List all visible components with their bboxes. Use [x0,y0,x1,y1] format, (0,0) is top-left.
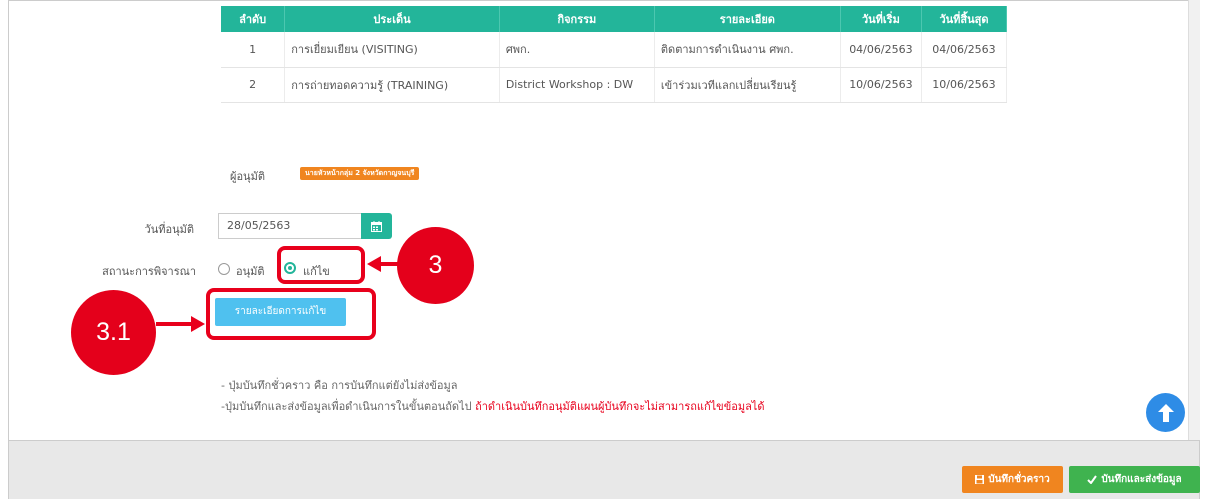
radio-approve[interactable] [218,263,230,275]
arrow-up-icon [1157,403,1174,422]
cell-start-date: 10/06/2563 [840,67,922,103]
annotation-callout-3-1: 3.1 [71,290,156,375]
save-draft-label: บันทึกชั่วคราว [988,474,1050,485]
calendar-icon [371,220,382,232]
annotation-highlight-revise [277,246,365,284]
approval-date-input[interactable]: 28/05/2563 [218,213,361,239]
cell-end-date: 10/06/2563 [921,67,1008,103]
cell-order: 2 [221,67,286,103]
annotation-arrow-3-1 [156,322,192,326]
column-header-detail: รายละเอียด [654,6,841,32]
annotation-highlight-details [206,288,376,340]
column-header-order: ลำดับ [221,6,286,32]
table-header-row: ลำดับ ประเด็น กิจกรรม รายละเอียด วันที่เ… [221,6,1008,32]
cell-end-date: 04/06/2563 [921,32,1008,68]
note-submit-explanation: -ปุ่มบันทึกและส่งข้อมูลเพื่อดำเนินการในข… [221,397,764,415]
approver-badge: นายหัวหน้ากลุ่ม 2 จังหวัดกาญจนบุรี [300,167,420,180]
activity-table: ลำดับ ประเด็น กิจกรรม รายละเอียด วันที่เ… [221,6,1008,103]
save-and-send-label: บันทึกและส่งข้อมูล [1101,474,1182,485]
approval-date-label: วันที่อนุมัติ [144,223,194,236]
annotation-callout-3: 3 [397,227,474,304]
note-warning-text: ถ้าดำเนินบันทึกอนุมัติแผนผู้บันทึกจะไม่ส… [475,400,765,413]
column-header-activity: กิจกรรม [499,6,655,32]
approver-label: ผู้อนุมัติ [230,170,265,183]
save-icon [975,475,985,484]
cell-order: 1 [221,32,286,68]
note-submit-text: -ปุ่มบันทึกและส่งข้อมูลเพื่อดำเนินการในข… [221,400,476,413]
cell-detail: ติดตามการดำเนินงาน ศพก. [654,32,841,68]
table-row: 2 การถ่ายทอดความรู้ (TRAINING) District … [221,67,1008,103]
save-draft-button[interactable]: บันทึกชั่วคราว [962,466,1063,493]
cell-issue: การเยี่ยมเยียน (VISITING) [284,32,500,68]
cell-detail: เข้าร่วมเวทีแลกเปลี่ยนเรียนรู้ [654,67,841,103]
cell-issue: การถ่ายทอดความรู้ (TRAINING) [284,67,500,103]
note-draft-explanation: - ปุ่มบันทึกชั่วคราว คือ การบันทึกแต่ยัง… [221,379,458,392]
table-row: 1 การเยี่ยมเยียน (VISITING) ศพก. ติดตามก… [221,32,1008,68]
arrow-head-left-icon [367,256,381,272]
radio-approve-label: อนุมัติ [236,265,265,278]
scroll-to-top-button[interactable] [1146,393,1185,432]
cell-activity: ศพก. [499,32,655,68]
arrow-head-right-icon [191,316,205,332]
cell-activity: District Workshop : DW [499,67,655,103]
status-label: สถานะการพิจารณา [102,265,196,278]
cell-start-date: 04/06/2563 [840,32,922,68]
column-header-issue: ประเด็น [284,6,500,32]
date-picker-button[interactable] [361,213,392,239]
scrollbar-track[interactable] [1188,0,1200,440]
check-icon [1087,475,1098,484]
save-and-send-button[interactable]: บันทึกและส่งข้อมูล [1069,466,1200,493]
column-header-end-date: วันที่สิ้นสุด [921,6,1008,32]
column-header-start-date: วันที่เริ่ม [840,6,922,32]
